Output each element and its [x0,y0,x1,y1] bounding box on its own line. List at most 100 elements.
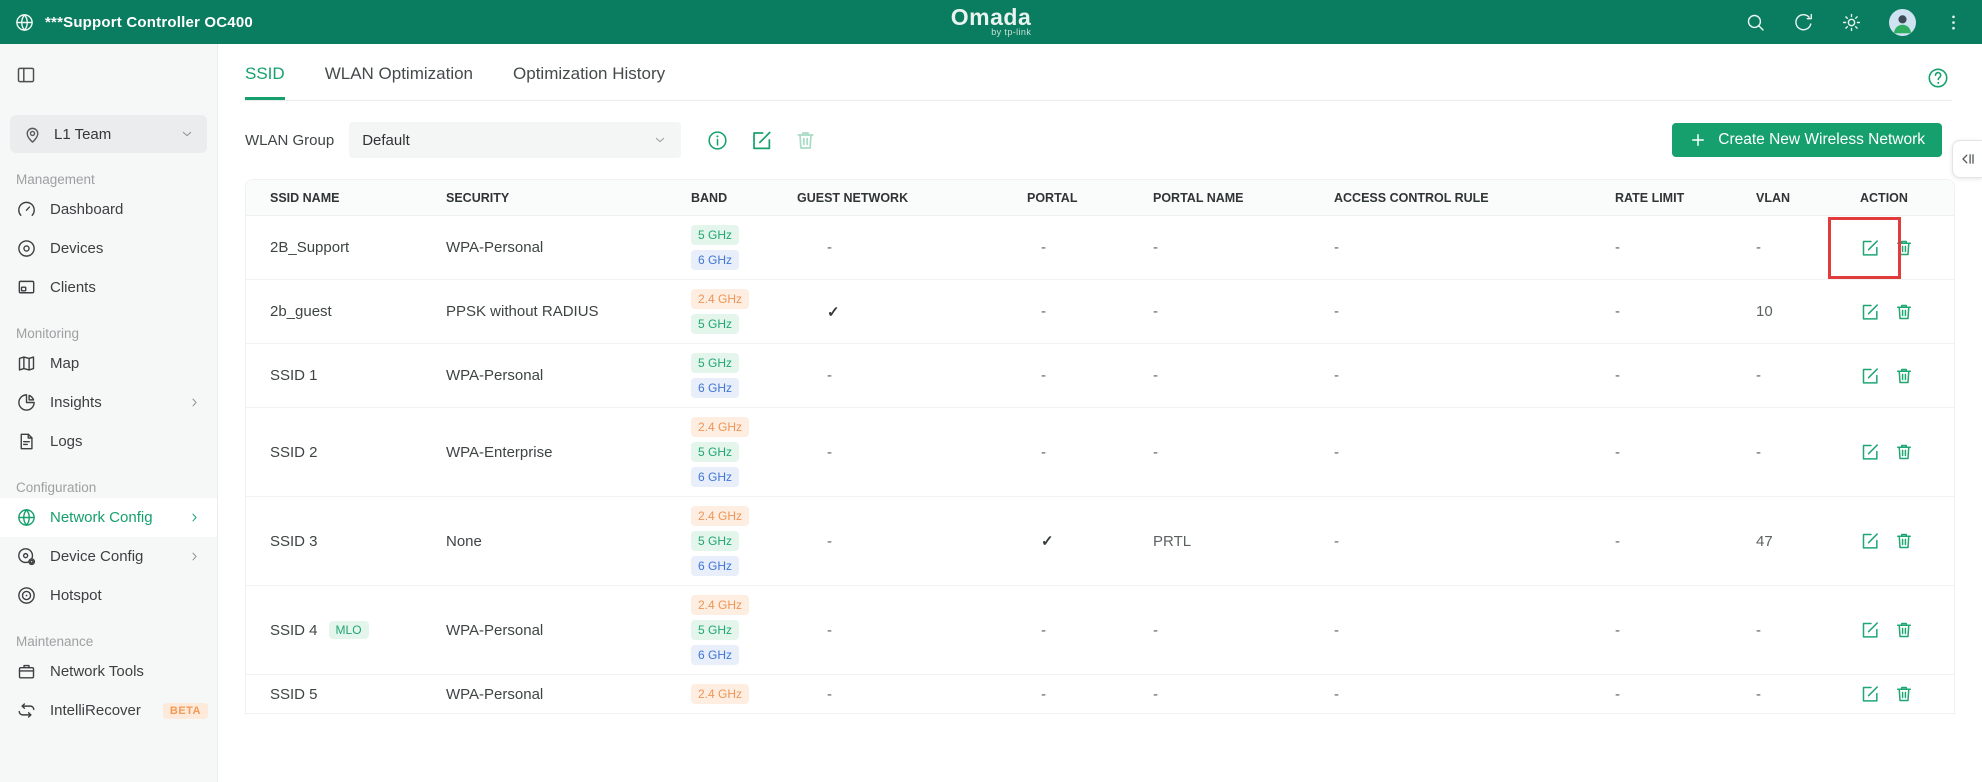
cell: 47 [1752,533,1852,550]
tab-ssid[interactable]: SSID [245,64,285,100]
sidebar-item-intellirecover[interactable]: IntelliRecover BETA [0,691,217,730]
refresh-icon[interactable] [1793,12,1814,33]
edit-ssid-button[interactable] [1860,531,1880,551]
cell: - [1332,686,1607,703]
delete-wlan-group-button[interactable] [794,129,817,152]
edit-ssid-button[interactable] [1860,366,1880,386]
dash-value: - [827,685,832,703]
cell-ssid-name: SSID 5 [246,686,440,703]
cell-action [1852,302,1954,322]
help-icon[interactable] [1926,66,1950,90]
sidebar-item-hotspot[interactable]: Hotspot [0,576,217,615]
topbar-actions [1745,0,1964,44]
column-header-security: SECURITY [446,190,510,205]
cell: - [1332,239,1607,256]
dash-value: - [1334,621,1339,639]
wlan-group-actions [706,129,817,152]
kebab-menu-icon[interactable] [1943,12,1964,33]
sidebar-collapse-button[interactable] [15,64,37,86]
intellirecover-icon [16,700,37,721]
sidebar-item-clients[interactable]: Clients [0,268,217,307]
cell: - [1752,622,1852,639]
sidebar-item-label: Network Config [50,509,153,526]
delete-ssid-button[interactable] [1894,302,1914,322]
sidebar-item-devices[interactable]: Devices [0,229,217,268]
delete-ssid-button[interactable] [1894,238,1914,258]
delete-ssid-button[interactable] [1894,366,1914,386]
band-badge: 5 GHz [691,620,740,640]
app-window: ***Support Controller OC400 Omada by tp-… [0,0,1982,782]
beta-badge: BETA [162,702,209,719]
cell: - [1332,367,1607,384]
table-row: SSID 4 MLO WPA-Personal 2.4 GHz 5 GHz 6 GHz - -… [246,586,1954,675]
avatar[interactable] [1889,8,1916,36]
column-header-action: ACTION [1860,190,1908,205]
edit-ssid-button[interactable] [1860,442,1880,462]
delete-ssid-button[interactable] [1894,620,1914,640]
column-header-band: BAND [691,190,728,205]
delete-ssid-button[interactable] [1894,531,1914,551]
cell: - [797,533,1027,550]
cell-ssid-name: SSID 2 [246,444,440,461]
cell: ✓ [1027,532,1147,550]
cell: - [1147,444,1332,461]
insights-icon [16,392,37,413]
cell: - [1147,303,1332,320]
delete-ssid-button[interactable] [1894,684,1914,704]
site-selector[interactable]: L1 Team [10,115,207,153]
band-badge: 5 GHz [691,531,740,551]
sidebar-item-network-tools[interactable]: Network Tools [0,652,217,691]
band-badge: 2.4 GHz [691,684,750,704]
sidebar-item-logs[interactable]: Logs [0,422,217,461]
cell-band: 5 GHz 6 GHz [685,353,797,398]
band-badge: 2.4 GHz [691,289,750,309]
edit-ssid-button[interactable] [1860,238,1880,258]
cell-band: 2.4 GHz [685,684,797,704]
dash-value: - [1756,367,1761,384]
ssid-name: 2B_Support [270,239,350,256]
dash-value: - [827,367,832,384]
dash-value: - [1153,303,1158,320]
cell-band: 2.4 GHz 5 GHz 6 GHz [685,595,797,665]
map-icon [16,353,37,374]
dash-value: - [827,532,832,550]
dash-value: - [1615,303,1620,320]
sidebar: L1 Team Management Dashboard Devices Client… [0,44,218,782]
band-badge: 5 GHz [691,353,740,373]
edit-wlan-group-button[interactable] [750,129,773,152]
wlan-group-select[interactable]: Default [349,122,682,158]
sidebar-item-insights[interactable]: Insights [0,383,217,422]
site-name: L1 Team [54,125,112,143]
band-badge: 2.4 GHz [691,417,750,437]
tab-wlan-optimization[interactable]: WLAN Optimization [325,64,473,100]
cell: - [797,239,1027,256]
edit-ssid-button[interactable] [1860,620,1880,640]
cell: - [1027,303,1147,320]
chevron-down-icon [652,132,668,148]
edit-ssid-button[interactable] [1860,302,1880,322]
band-badges: 2.4 GHz 5 GHz 6 GHz [691,417,797,487]
search-icon[interactable] [1745,12,1766,33]
create-new-wireless-network-button[interactable]: Create New Wireless Network [1672,123,1942,157]
cell-security: WPA-Personal [446,685,544,703]
band-badge: 5 GHz [691,314,740,334]
chevron-right-icon [187,395,202,410]
tab-optimization-history[interactable]: Optimization History [513,64,665,100]
dash-value: - [1334,685,1339,703]
ssid-name: 2b_guest [270,303,332,320]
sidebar-item-map[interactable]: Map [0,344,217,383]
cell: - [1332,444,1607,461]
dash-value: - [1615,239,1620,256]
sidebar-item-dashboard[interactable]: Dashboard [0,190,217,229]
sidebar-item-network-config[interactable]: Network Config [0,498,217,537]
delete-ssid-button[interactable] [1894,442,1914,462]
cell-ssid-name: 2b_guest [246,303,440,320]
sidebar-item-device-config[interactable]: Device Config [0,537,217,576]
theme-sun-icon[interactable] [1841,12,1862,33]
right-panel-collapse-button[interactable] [1952,140,1982,178]
cell: - [797,367,1027,384]
edit-ssid-button[interactable] [1860,684,1880,704]
cell-action [1852,442,1954,462]
band-badge: 2.4 GHz [691,595,750,615]
info-icon[interactable] [706,129,729,152]
